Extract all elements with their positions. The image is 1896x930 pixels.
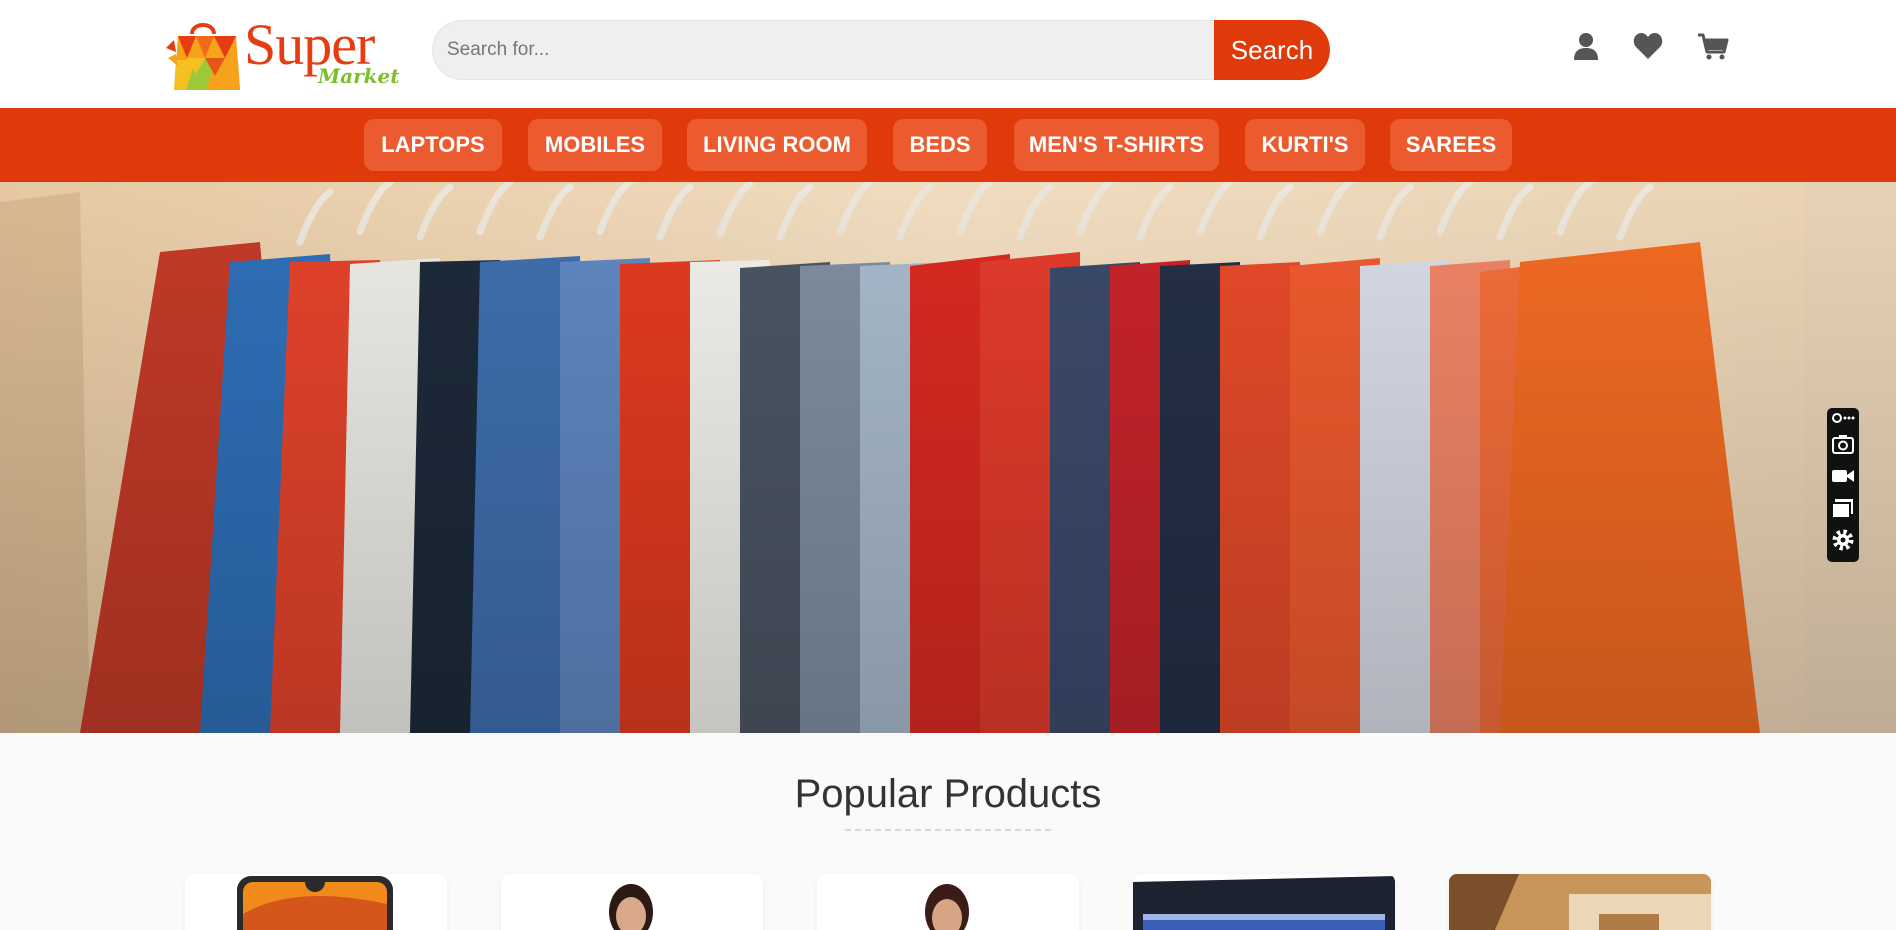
search-button[interactable]: Search — [1214, 20, 1330, 80]
search-input[interactable] — [432, 20, 1214, 80]
product-card-smartphone[interactable] — [185, 874, 447, 930]
nav-item-sarees[interactable]: SAREES — [1390, 119, 1512, 171]
product-thumbnail-smartphone — [237, 876, 393, 930]
product-card-woman-model-saree[interactable] — [817, 874, 1079, 930]
brand-tagline: Market — [318, 64, 400, 88]
video-icon[interactable] — [1831, 464, 1855, 488]
popular-products-title: Popular Products — [794, 772, 1102, 816]
product-thumbnail-laptop — [1133, 876, 1395, 930]
link-more-icon[interactable] — [1831, 410, 1855, 426]
window-icon[interactable] — [1831, 496, 1855, 520]
nav-item-beds[interactable]: BEDS — [893, 119, 987, 171]
nav-item-living-room[interactable]: LIVING ROOM — [687, 119, 867, 171]
search-bar: Search — [432, 20, 1330, 80]
product-thumbnail-woman-model — [609, 884, 653, 930]
gear-icon[interactable] — [1831, 528, 1855, 552]
product-card-living-room[interactable] — [1449, 874, 1711, 930]
brand-logo[interactable]: Super Market — [166, 14, 400, 92]
cart-icon[interactable] — [1697, 30, 1729, 62]
camera-icon[interactable] — [1831, 432, 1855, 456]
nav-item-laptops[interactable]: LAPTOPS — [364, 119, 502, 171]
user-icon[interactable] — [1570, 30, 1602, 62]
nav-item-mens-tshirts[interactable]: MEN'S T-SHIRTS — [1014, 119, 1219, 171]
product-card-laptop[interactable] — [1133, 874, 1395, 930]
product-thumbnail-living-room — [1449, 874, 1711, 930]
site-header: Super Market Search — [0, 0, 1896, 108]
screen-capture-toolbar — [1827, 408, 1859, 562]
heart-icon[interactable] — [1632, 30, 1664, 62]
title-divider — [845, 829, 1051, 831]
product-card-woman-model[interactable] — [501, 874, 763, 930]
shopping-bag-logo-icon — [166, 23, 240, 90]
nav-item-mobiles[interactable]: MOBILES — [528, 119, 662, 171]
nav-item-kurtis[interactable]: KURTI'S — [1245, 119, 1365, 171]
hero-banner[interactable] — [0, 182, 1896, 733]
category-navbar: LAPTOPS MOBILES LIVING ROOM BEDS MEN'S T… — [0, 108, 1896, 182]
product-thumbnail-woman-model-saree — [925, 884, 969, 930]
hero-clothes-rack-image — [0, 182, 1896, 733]
